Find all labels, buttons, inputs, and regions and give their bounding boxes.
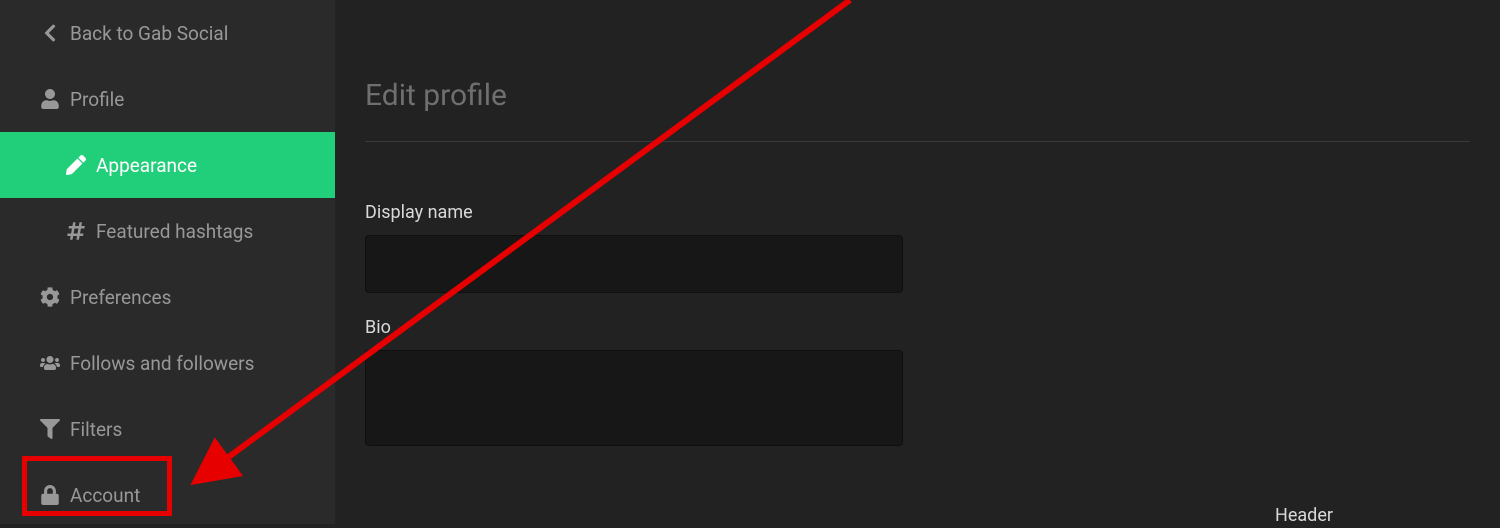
sidebar-item-appearance[interactable]: Appearance [0,132,335,198]
sidebar-item-label: Follows and followers [70,352,254,375]
sidebar-item-label: Featured hashtags [96,220,253,243]
gear-icon [40,287,70,307]
sidebar-back-label: Back to Gab Social [70,22,228,45]
sidebar-item-filters[interactable]: Filters [0,396,335,462]
sidebar-item-account[interactable]: Account [0,462,335,528]
content-area: Edit profile Display name Bio Header [335,0,1500,524]
display-name-label: Display name [365,202,1470,223]
sidebar-item-preferences[interactable]: Preferences [0,264,335,330]
sidebar-item-profile[interactable]: Profile [0,66,335,132]
display-name-input[interactable] [365,235,903,293]
sidebar-item-label: Preferences [70,286,171,309]
sidebar-item-label: Account [70,484,140,507]
hashtag-icon [66,221,96,241]
pencil-icon [66,155,96,175]
filter-icon [40,419,70,439]
user-icon [40,89,70,109]
header-label: Header [1275,505,1333,526]
sidebar: Back to Gab Social Profile Appearance Fe… [0,0,335,524]
bio-input[interactable] [365,350,903,446]
sidebar-back-link[interactable]: Back to Gab Social [0,0,335,66]
users-icon [40,353,70,373]
lock-icon [40,485,70,505]
sidebar-item-label: Profile [70,88,124,111]
sidebar-item-follows[interactable]: Follows and followers [0,330,335,396]
sidebar-item-label: Filters [70,418,122,441]
divider [365,141,1470,142]
sidebar-item-featured-hashtags[interactable]: Featured hashtags [0,198,335,264]
chevron-left-icon [40,23,70,43]
bio-label: Bio [365,317,1470,338]
sidebar-item-label: Appearance [96,154,197,177]
page-title: Edit profile [365,78,1470,113]
